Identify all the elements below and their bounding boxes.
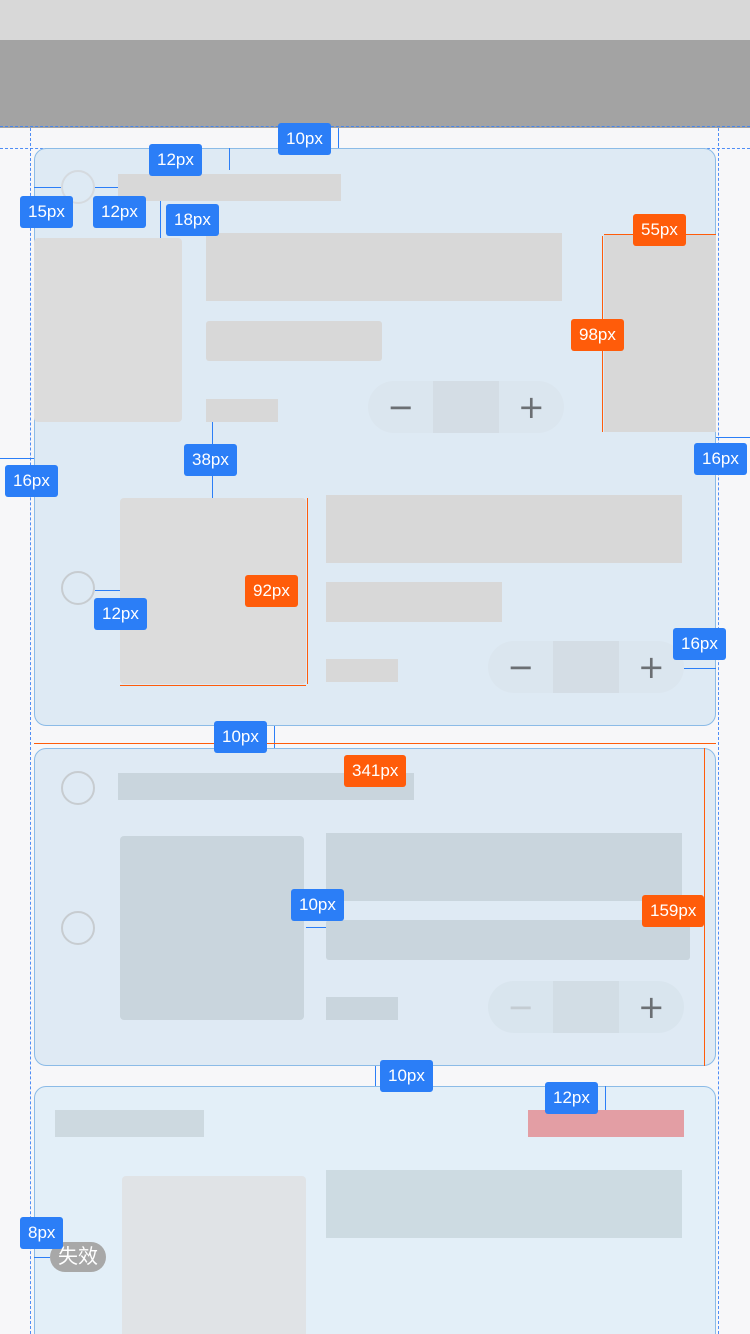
measure-tag: 16px [694, 443, 747, 475]
measure-line [274, 726, 275, 748]
product-image-placeholder [34, 238, 182, 422]
measure-line [95, 187, 118, 188]
measure-tag: 341px [344, 755, 407, 787]
guide-line [718, 128, 719, 1334]
status-bar [0, 0, 750, 40]
invalid-title-placeholder [55, 1110, 204, 1137]
measure-line [375, 1066, 376, 1086]
navigation-bar [0, 40, 750, 128]
minus-button[interactable]: − [488, 981, 553, 1033]
product-spec-placeholder [326, 920, 690, 960]
measure-tag: 12px [93, 196, 146, 228]
measure-tag: 55px [633, 214, 686, 246]
measure-line [306, 927, 326, 928]
measure-line [120, 685, 306, 686]
product-spec-placeholder [326, 582, 502, 622]
measure-tag: 12px [149, 144, 202, 176]
product-spec-placeholder [206, 321, 382, 361]
item-select-radio[interactable] [61, 571, 95, 605]
measure-line [0, 458, 34, 459]
measure-tag: 10px [291, 889, 344, 921]
product-title-placeholder [326, 1170, 682, 1238]
minus-button[interactable]: − [368, 381, 433, 433]
measure-line [34, 743, 716, 744]
product-image-placeholder [122, 1176, 306, 1334]
measure-line [704, 748, 705, 1066]
minus-button[interactable]: − [488, 641, 553, 693]
measure-line [34, 187, 61, 188]
plus-button[interactable]: + [619, 981, 684, 1033]
shop-select-radio[interactable] [61, 771, 95, 805]
quantity-value[interactable] [553, 641, 619, 693]
measure-line [338, 128, 339, 148]
measure-line [34, 1257, 50, 1258]
measure-tag: 15px [20, 196, 73, 228]
quantity-stepper[interactable]: − + [488, 641, 684, 693]
measure-tag: 10px [214, 721, 267, 753]
product-price-placeholder [326, 997, 398, 1020]
measure-tag: 38px [184, 444, 237, 476]
measure-line [684, 668, 716, 669]
measure-line [160, 201, 161, 238]
item-select-radio[interactable] [61, 911, 95, 945]
product-title-placeholder [206, 233, 562, 301]
guide-line [30, 128, 31, 1334]
measure-tag: 16px [5, 465, 58, 497]
measure-tag: 12px [545, 1082, 598, 1114]
measure-tag: 10px [278, 123, 331, 155]
measure-line [307, 498, 308, 684]
measure-line [605, 1086, 606, 1110]
measure-line [95, 590, 120, 591]
measure-tag: 98px [571, 319, 624, 351]
measure-tag: 159px [642, 895, 705, 927]
product-title-placeholder [326, 833, 682, 901]
product-price-placeholder [206, 399, 278, 422]
measure-tag: 16px [673, 628, 726, 660]
measure-tag: 8px [20, 1217, 64, 1249]
product-image-placeholder [120, 836, 304, 1020]
guide-line [0, 126, 750, 127]
product-price-placeholder [326, 659, 398, 682]
quantity-value[interactable] [433, 381, 499, 433]
measure-tag: 12px [94, 598, 147, 630]
shop-name-placeholder [118, 174, 341, 201]
measure-tag: 10px [380, 1060, 433, 1092]
measure-tag: 92px [245, 575, 298, 607]
measure-line [229, 148, 230, 170]
measure-line [716, 437, 750, 438]
quantity-stepper[interactable]: − + [488, 981, 684, 1033]
quantity-stepper[interactable]: − + [368, 381, 564, 433]
plus-button[interactable]: + [499, 381, 564, 433]
clear-invalid-button[interactable] [528, 1110, 684, 1137]
product-title-placeholder [326, 495, 682, 563]
measure-tag: 18px [166, 204, 219, 236]
quantity-value[interactable] [553, 981, 619, 1033]
